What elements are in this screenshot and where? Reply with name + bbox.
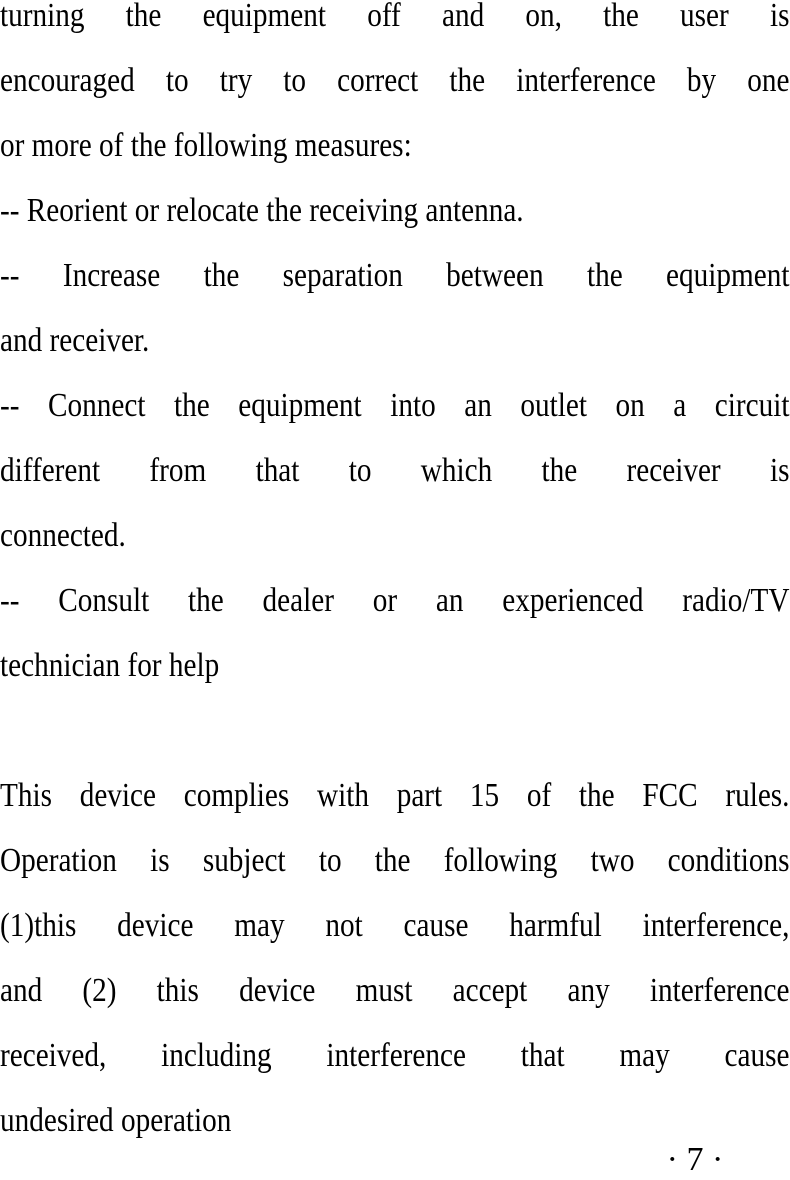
text-line: This device complies with part 15 of the…: [0, 777, 790, 814]
text-line: -- Consult the dealer or an experienced …: [0, 582, 790, 619]
text-line: technician for help: [0, 647, 220, 684]
page-number: · 7 ·: [666, 1141, 724, 1178]
text-line: -- Increase the separation between the e…: [0, 257, 790, 294]
text-line: and (2) this device must accept any inte…: [0, 972, 790, 1009]
text-line: Operation is subject to the following tw…: [0, 842, 790, 879]
text-line: or more of the following measures:: [0, 127, 412, 164]
text-line: (1)this device may not cause harmful int…: [0, 907, 790, 944]
text-line: encouraged to try to correct the interfe…: [0, 62, 790, 99]
text-line: -- Reorient or relocate the receiving an…: [0, 192, 524, 229]
text-line: turning the equipment off and on, the us…: [0, 0, 790, 34]
text-line: different from that to which the receive…: [0, 452, 790, 489]
text-line: received, including interference that ma…: [0, 1037, 790, 1074]
text-line: -- Connect the equipment into an outlet …: [0, 387, 790, 424]
text-line: connected.: [0, 517, 126, 554]
text-line: and receiver.: [0, 322, 150, 359]
